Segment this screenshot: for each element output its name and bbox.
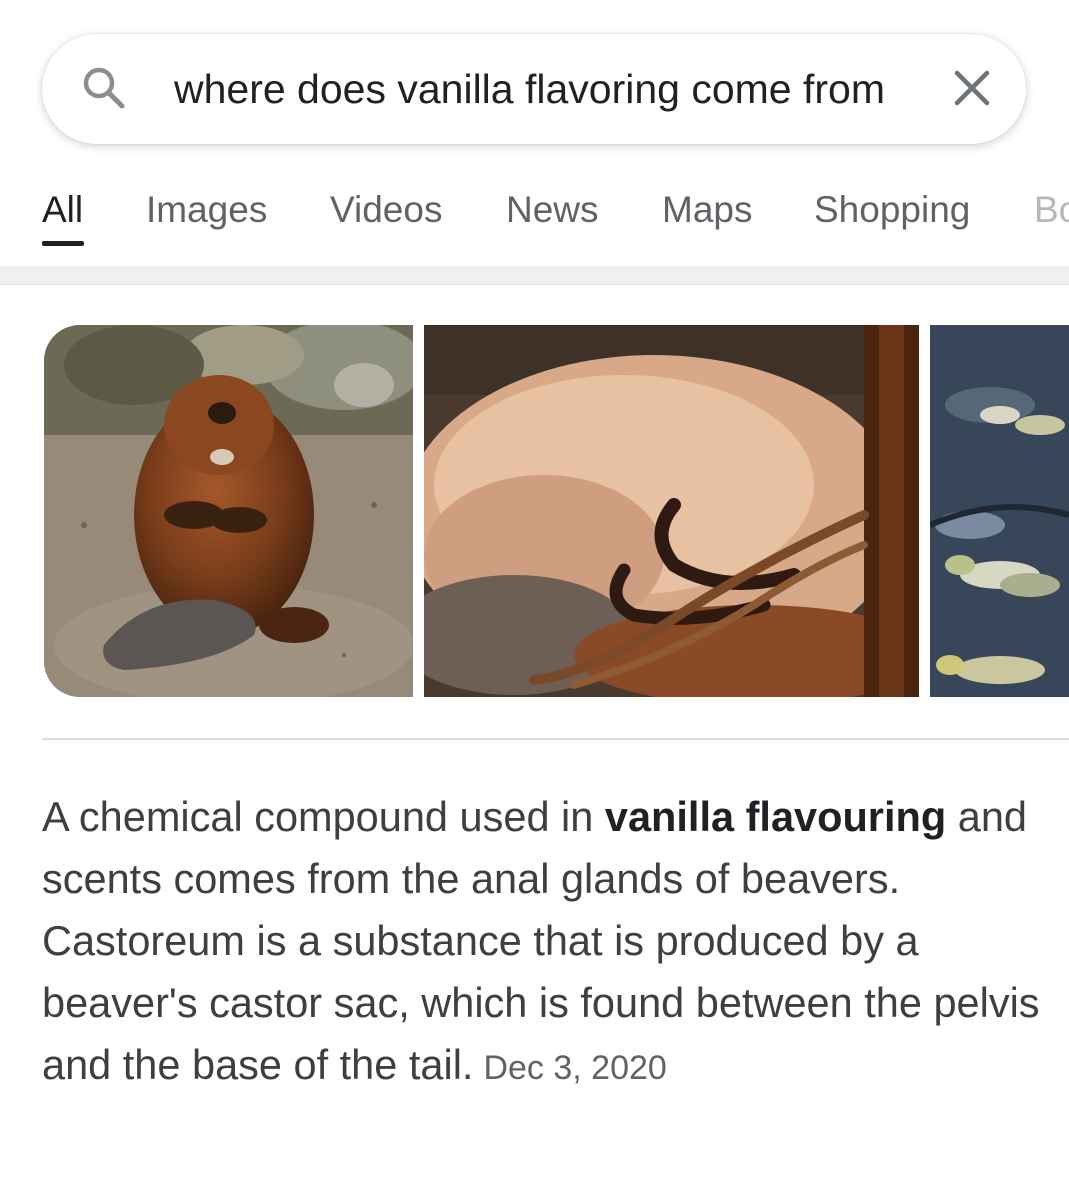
image-castor-sac[interactable] xyxy=(424,325,919,697)
close-icon[interactable] xyxy=(950,66,994,110)
image-water-leaves[interactable] xyxy=(930,325,1069,697)
tab-shopping[interactable]: Shopping xyxy=(814,186,970,234)
snippet-highlight: vanilla flavouring xyxy=(604,793,947,840)
tab-videos[interactable]: Videos xyxy=(330,186,442,234)
tab-images[interactable]: Images xyxy=(146,186,267,234)
tab-maps[interactable]: Maps xyxy=(662,186,752,234)
divider xyxy=(42,738,1069,740)
tab-books-partial[interactable]: Bo xyxy=(1034,186,1069,234)
search-icon[interactable] xyxy=(80,64,128,112)
tab-all[interactable]: All xyxy=(42,186,83,234)
active-tab-indicator xyxy=(42,241,84,246)
search-input[interactable]: where does vanilla flavoring come from xyxy=(174,62,885,116)
tab-news[interactable]: News xyxy=(506,186,599,234)
featured-snippet: A chemical compound used in vanilla flav… xyxy=(42,786,1042,1099)
section-separator xyxy=(0,266,1069,285)
image-beaver[interactable] xyxy=(44,325,413,697)
search-tabs: All Images Videos News Maps Shopping Bo xyxy=(0,184,1069,254)
snippet-text-start: A chemical compound used in xyxy=(42,793,605,840)
snippet-date: Dec 3, 2020 xyxy=(483,1049,667,1087)
